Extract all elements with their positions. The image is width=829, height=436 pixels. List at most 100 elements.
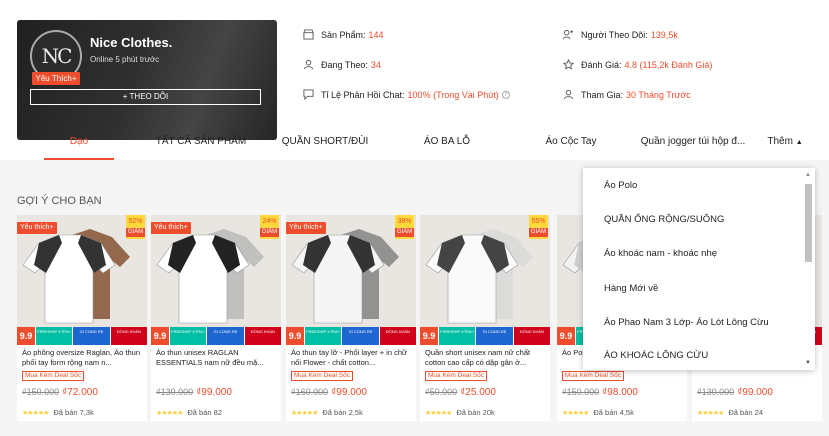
rating-stars-icon: ★★★★★ <box>291 410 318 417</box>
favorite-label: Yêu thích+ <box>286 222 326 234</box>
discount-badge: 55% GIẢM <box>529 215 548 239</box>
product-rating: ★★★★★ Đã bán 24 <box>697 408 763 417</box>
sold-count: Đã bán 4,5k <box>593 408 634 417</box>
freeship-badge: FREESHIP XTRA+ <box>438 327 476 345</box>
rating-stars-icon: ★★★★★ <box>562 410 589 417</box>
product-price: ₫130.000 ₫99.000 <box>156 387 232 398</box>
product-price: ₫50.000 ₫25.000 <box>425 387 496 398</box>
sold-count: Đã bán 82 <box>187 408 223 417</box>
product-rating: ★★★★★ Đã bán 7,3k <box>22 408 94 417</box>
original-price: ₫150.000 <box>562 387 600 397</box>
tab-dao[interactable]: Dạo <box>44 124 114 160</box>
sale-price: ₫99.000 <box>331 387 367 398</box>
tab-short-sleeve[interactable]: Áo Cộc Tay <box>536 124 606 160</box>
follow-button[interactable]: + THEO DÕI <box>30 89 261 105</box>
scroll-down-icon[interactable]: ▼ <box>805 360 811 366</box>
promo-badges: 9.9FREESHIP XTRA+GI CÙNG REĐỒNG KHÁN <box>286 327 416 345</box>
product-card[interactable]: Yêu thích+ 38% GIẢM 9.9 FREESHIP XTRA+ GI CÙN… <box>286 215 416 421</box>
product-card[interactable]: 55% GIẢM 9.9 FREESHIP XTRA+ GI CÙNG RE ĐỒNG K… <box>420 215 550 421</box>
sale-99-badge: 9.9 <box>286 327 304 345</box>
sold-count: Đã bán 2,5k <box>322 408 363 417</box>
dropdown-item-puffer[interactable]: Áo Phao Nam 3 Lớp- Áo Lót Lông Cừu <box>604 317 769 328</box>
genuine-badge: ĐỒNG KHÁN <box>109 327 147 345</box>
user-join-icon <box>563 89 574 100</box>
discount-badge: 24% GIẢM <box>260 215 279 239</box>
tab-more[interactable]: Thêm ▲ <box>765 124 805 160</box>
star-outline-icon <box>563 59 574 70</box>
sale-99-badge: 9.9 <box>420 327 438 345</box>
stat-rating: Đánh Giá: 4.8 (115,2k Đánh Giá) <box>563 59 712 70</box>
sale-price: ₫99.000 <box>737 387 773 398</box>
dropdown-item-light-jacket[interactable]: Áo khoác nam - khoác nhẹ <box>604 248 717 259</box>
rating-stars-icon: ★★★★★ <box>697 410 724 417</box>
freeship-badge: FREESHIP XTRA+ <box>304 327 342 345</box>
favorite-label: Yêu thích+ <box>151 222 191 234</box>
original-price: ₫160.000 <box>291 387 329 397</box>
dropdown-item-fleece-jacket[interactable]: ÁO KHOÁC LÔNG CỪU <box>604 350 708 361</box>
deal-tag: Mua Kèm Deal Sốc <box>425 371 487 381</box>
cashback-badge: GI CÙNG RE <box>341 327 379 345</box>
shop-banner: NC Yêu Thích+ Nice Clothes. Online 5 phú… <box>17 20 277 140</box>
shop-header: NC Yêu Thích+ Nice Clothes. Online 5 phú… <box>0 0 829 160</box>
discount-badge: 38% GIẢM <box>395 215 414 239</box>
product-price: ₫130.000 ₫99.000 <box>697 387 773 398</box>
tab-all-products[interactable]: TẤT CẢ SẢN PHẨM <box>148 124 254 160</box>
caret-up-icon: ▲ <box>795 139 803 146</box>
dropdown-scrollbar[interactable]: ▲ ▼ <box>804 170 813 368</box>
stat-chat-response: Tỉ Lệ Phản Hồi Chat: 100% (Trong Vài Phút… <box>303 89 510 100</box>
cashback-badge: GI CÙNG RE <box>206 327 244 345</box>
product-rating: ★★★★★ Đã bán 4,5k <box>562 408 634 417</box>
stat-followers: Người Theo Dõi: 139,5k <box>563 29 678 40</box>
genuine-badge: ĐỒNG KHÁN <box>512 327 550 345</box>
scroll-up-icon[interactable]: ▲ <box>805 172 811 178</box>
genuine-badge: ĐỒNG KHÁN <box>378 327 416 345</box>
dropdown-item-wide-pants[interactable]: QUẦN ỐNG RỘNG/SUÔNG <box>604 214 724 225</box>
product-name[interactable]: Áo phông oversize Raglan, Áo thun phối t… <box>22 348 142 368</box>
sale-99-badge: 9.9 <box>557 327 575 345</box>
sale-price: ₫25.000 <box>460 387 496 398</box>
promo-badges: 9.9FREESHIP XTRA+GI CÙNG REĐỒNG KHÁN <box>17 327 147 345</box>
product-rating: ★★★★★ Đã bán 82 <box>156 408 222 417</box>
info-icon[interactable]: ? <box>501 90 510 99</box>
promo-badges: 9.9FREESHIP XTRA+GI CÙNG REĐỒNG KHÁN <box>151 327 281 345</box>
sold-count: Đã bán 20k <box>456 408 495 417</box>
sold-count: Đã bán 7,3k <box>53 408 94 417</box>
category-nav: Dạo TẤT CẢ SẢN PHẨM QUẦN SHORT/ĐÙI ÁO BA… <box>0 124 829 160</box>
shop-name: Nice Clothes. <box>90 35 173 50</box>
favorite-badge: Yêu Thích+ <box>32 72 80 85</box>
dropdown-item-polo[interactable]: Áo Polo <box>604 180 637 191</box>
dropdown-item-new-arrivals[interactable]: Hàng Mới về <box>604 283 658 294</box>
original-price: ₫130.000 <box>156 387 194 397</box>
tab-jogger[interactable]: Quần jogger túi hộp đ... <box>634 124 752 160</box>
following-icon <box>303 59 314 70</box>
promo-badges: 9.9FREESHIP XTRA+GI CÙNG REĐỒNG KHÁN <box>420 327 550 345</box>
freeship-badge: FREESHIP XTRA+ <box>169 327 207 345</box>
stat-products: Sản Phẩm: 144 <box>303 29 384 40</box>
deal-tag: Mua Kèm Deal Sốc <box>562 371 624 381</box>
original-price: ₫150.000 <box>22 387 60 397</box>
original-price: ₫50.000 <box>425 387 458 397</box>
product-card[interactable]: Yêu thích+ 52% GIẢM 9.9 FREESHIP XTRA+ GI CÙN… <box>17 215 147 421</box>
chat-icon <box>303 89 314 100</box>
more-categories-dropdown: Áo Polo QUẦN ỐNG RỘNG/SUÔNG Áo khoác nam… <box>583 168 815 370</box>
favorite-label: Yêu thích+ <box>17 222 57 234</box>
scrollbar-thumb[interactable] <box>805 184 812 262</box>
cashback-badge: GI CÙNG RE <box>72 327 110 345</box>
tab-tank-tops[interactable]: ÁO BA LỖ <box>412 124 482 160</box>
sold-count: Đã bán 24 <box>728 408 764 417</box>
sale-price: ₫72.000 <box>62 387 98 398</box>
cashback-badge: GI CÙNG RE <box>475 327 513 345</box>
product-card[interactable]: Yêu thích+ 24% GIẢM 9.9 FREESHIP XTRA+ GI CÙN… <box>151 215 281 421</box>
tab-shorts[interactable]: QUẦN SHORT/ĐÙI <box>275 124 375 160</box>
original-price: ₫130.000 <box>697 387 735 397</box>
product-name[interactable]: Áo thun tay lỡ - Phối layer + in chữ nổi… <box>291 348 411 368</box>
product-rating: ★★★★★ Đã bán 2,5k <box>291 408 363 417</box>
deal-tag: Mua Kèm Deal Sốc <box>291 371 353 381</box>
product-price: ₫160.000 ₫99.000 <box>291 387 367 398</box>
stat-following: Đang Theo: 34 <box>303 59 381 70</box>
product-rating: ★★★★★ Đã bán 20k <box>425 408 495 417</box>
deal-tag: Mua Kèm Deal Sốc <box>22 371 84 381</box>
section-title: GỢI Ý CHO BẠN <box>17 195 102 207</box>
product-name[interactable]: Áo thun unisex RAGLAN ESSENTIALS nam nữ … <box>156 348 276 368</box>
product-name[interactable]: Quần short unisex nam nữ chất cotton cao… <box>425 348 545 368</box>
